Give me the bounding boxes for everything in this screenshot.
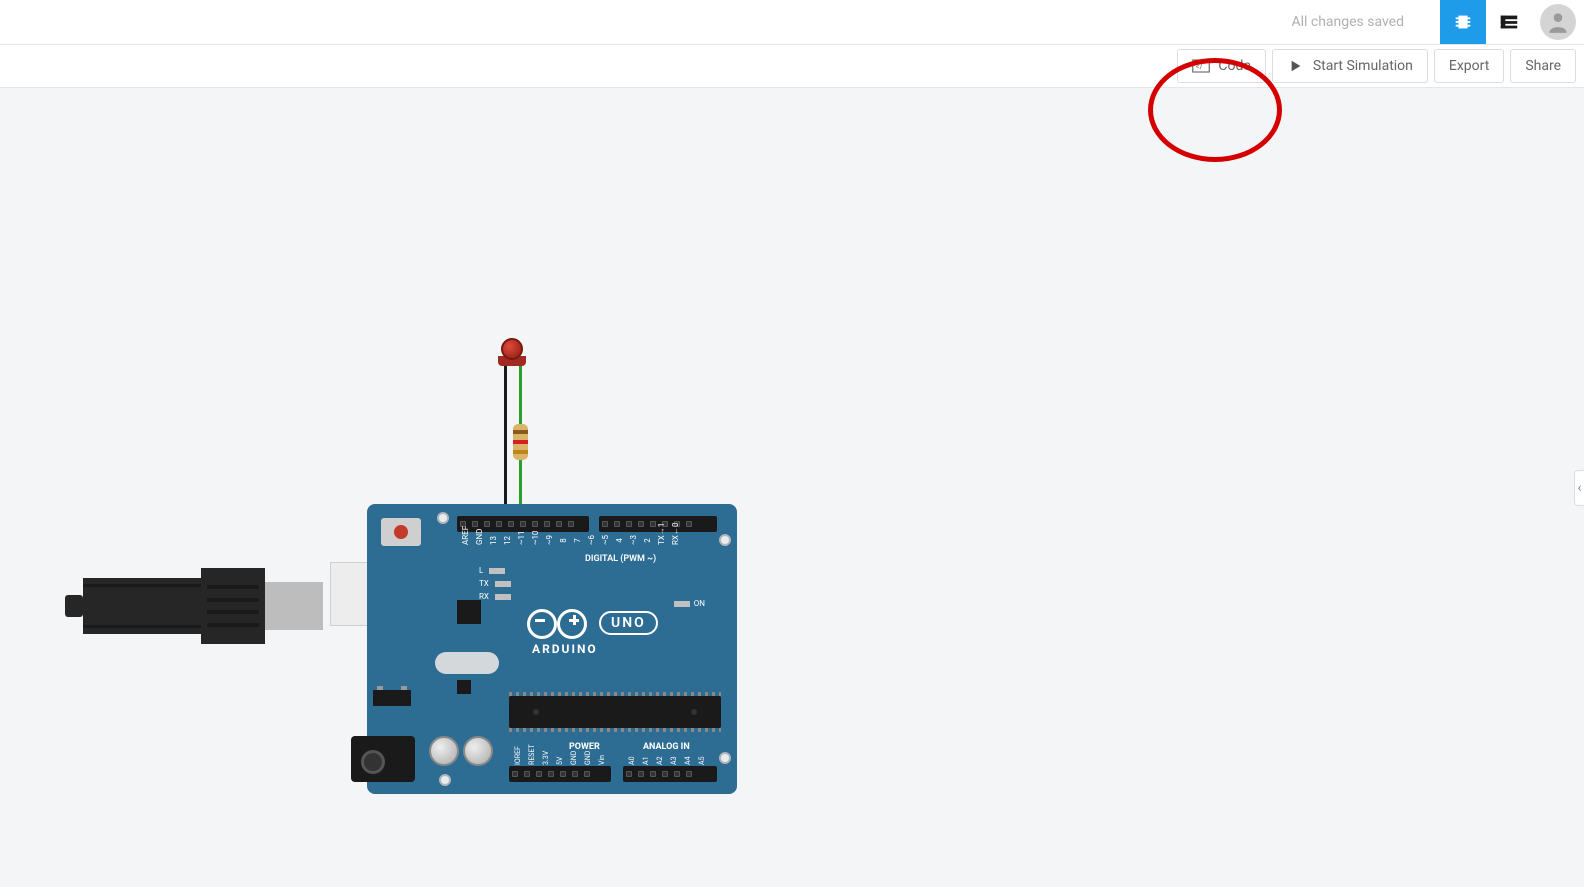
resistor-band-1: [513, 430, 528, 434]
components-panel-toggle[interactable]: ‹: [1574, 470, 1584, 506]
arduino-board[interactable]: AREFGND1312~11~10~987~6~54~32TX→1RX←0 DI…: [367, 504, 737, 794]
share-button-label: Share: [1525, 58, 1561, 74]
code-icon: </: [1192, 59, 1210, 73]
led-l-chip: [489, 568, 505, 574]
start-simulation-button[interactable]: Start Simulation: [1272, 49, 1428, 83]
capacitors: [429, 736, 493, 766]
mount-hole: [439, 774, 451, 786]
share-button[interactable]: Share: [1510, 49, 1576, 83]
usb-cable-body: [83, 578, 201, 634]
digital-pin-labels: AREFGND1312~11~10~987~6~54~32TX→1RX←0: [461, 536, 680, 545]
user-avatar[interactable]: [1540, 4, 1576, 40]
dc-power-jack[interactable]: [351, 736, 415, 782]
code-button[interactable]: </ Code: [1177, 49, 1265, 83]
analog-section-label: ANALOG IN: [643, 742, 690, 752]
svg-text:</: </: [1196, 62, 1203, 71]
led-on-label: ON: [694, 599, 705, 608]
resistor-band-3: [513, 450, 528, 454]
wire-signal-top[interactable]: [519, 366, 522, 424]
view-schematic-button[interactable]: [1486, 0, 1532, 44]
toolbar: </ Code Start Simulation Export Share: [0, 44, 1584, 88]
board-logo: UNO: [527, 609, 658, 637]
brand-label: ARDUINO: [532, 642, 598, 656]
smd-chip-small: [457, 680, 471, 694]
mount-hole: [719, 534, 731, 546]
list-icon: [1498, 11, 1520, 33]
usb-connector-metal: [265, 582, 323, 630]
resistor-component[interactable]: [513, 424, 528, 460]
reset-button[interactable]: [381, 518, 421, 546]
export-button[interactable]: Export: [1434, 49, 1504, 83]
view-circuit-button[interactable]: [1440, 0, 1486, 44]
analog-pin-labels: A0A1A2A3A4A5: [627, 756, 707, 764]
led-rx-chip: [495, 594, 511, 600]
chip-icon: [1452, 11, 1474, 33]
digital-section-label: DIGITAL (PWM ~): [585, 554, 656, 564]
capacitor: [463, 736, 493, 766]
led-tx-chip: [495, 581, 511, 587]
capacitor: [429, 736, 459, 766]
wire-gnd[interactable]: [504, 366, 507, 511]
resistor-band-2: [513, 440, 528, 444]
model-label: UNO: [599, 611, 658, 635]
export-button-label: Export: [1449, 58, 1489, 74]
usb-cable-tip: [65, 595, 83, 617]
code-button-label: Code: [1218, 58, 1250, 74]
led-component[interactable]: [501, 338, 523, 360]
analog-header[interactable]: [623, 766, 717, 782]
play-icon: [1287, 59, 1305, 73]
led-assembly[interactable]: [501, 338, 526, 366]
led-l-label: L: [479, 566, 483, 575]
status-leds: L TX RX: [479, 566, 511, 601]
led-on-chip: [674, 601, 690, 607]
save-status: All changes saved: [1291, 14, 1404, 30]
smd-chip: [457, 600, 481, 624]
person-icon: [1545, 9, 1571, 35]
power-pin-labels: IOREFRESET3.3V5VGNDGNDVin: [513, 756, 607, 764]
microcontroller-chip: [509, 696, 721, 728]
top-bar: All changes saved: [0, 0, 1584, 44]
usb-cable[interactable]: ⑂: [65, 568, 323, 644]
on-led: ON: [674, 599, 705, 608]
infinity-icon: [527, 609, 587, 637]
led-tx-label: TX: [479, 579, 489, 588]
mount-hole: [719, 752, 731, 764]
start-simulation-label: Start Simulation: [1313, 58, 1413, 74]
crystal-oscillator: [435, 652, 499, 674]
voltage-regulator: [373, 690, 411, 706]
chevron-left-icon: ‹: [1577, 480, 1581, 496]
power-header[interactable]: [509, 766, 611, 782]
design-canvas[interactable]: ‹ ⑂: [0, 88, 1584, 887]
usb-cable-grip: [201, 568, 265, 644]
mount-hole: [437, 512, 449, 524]
